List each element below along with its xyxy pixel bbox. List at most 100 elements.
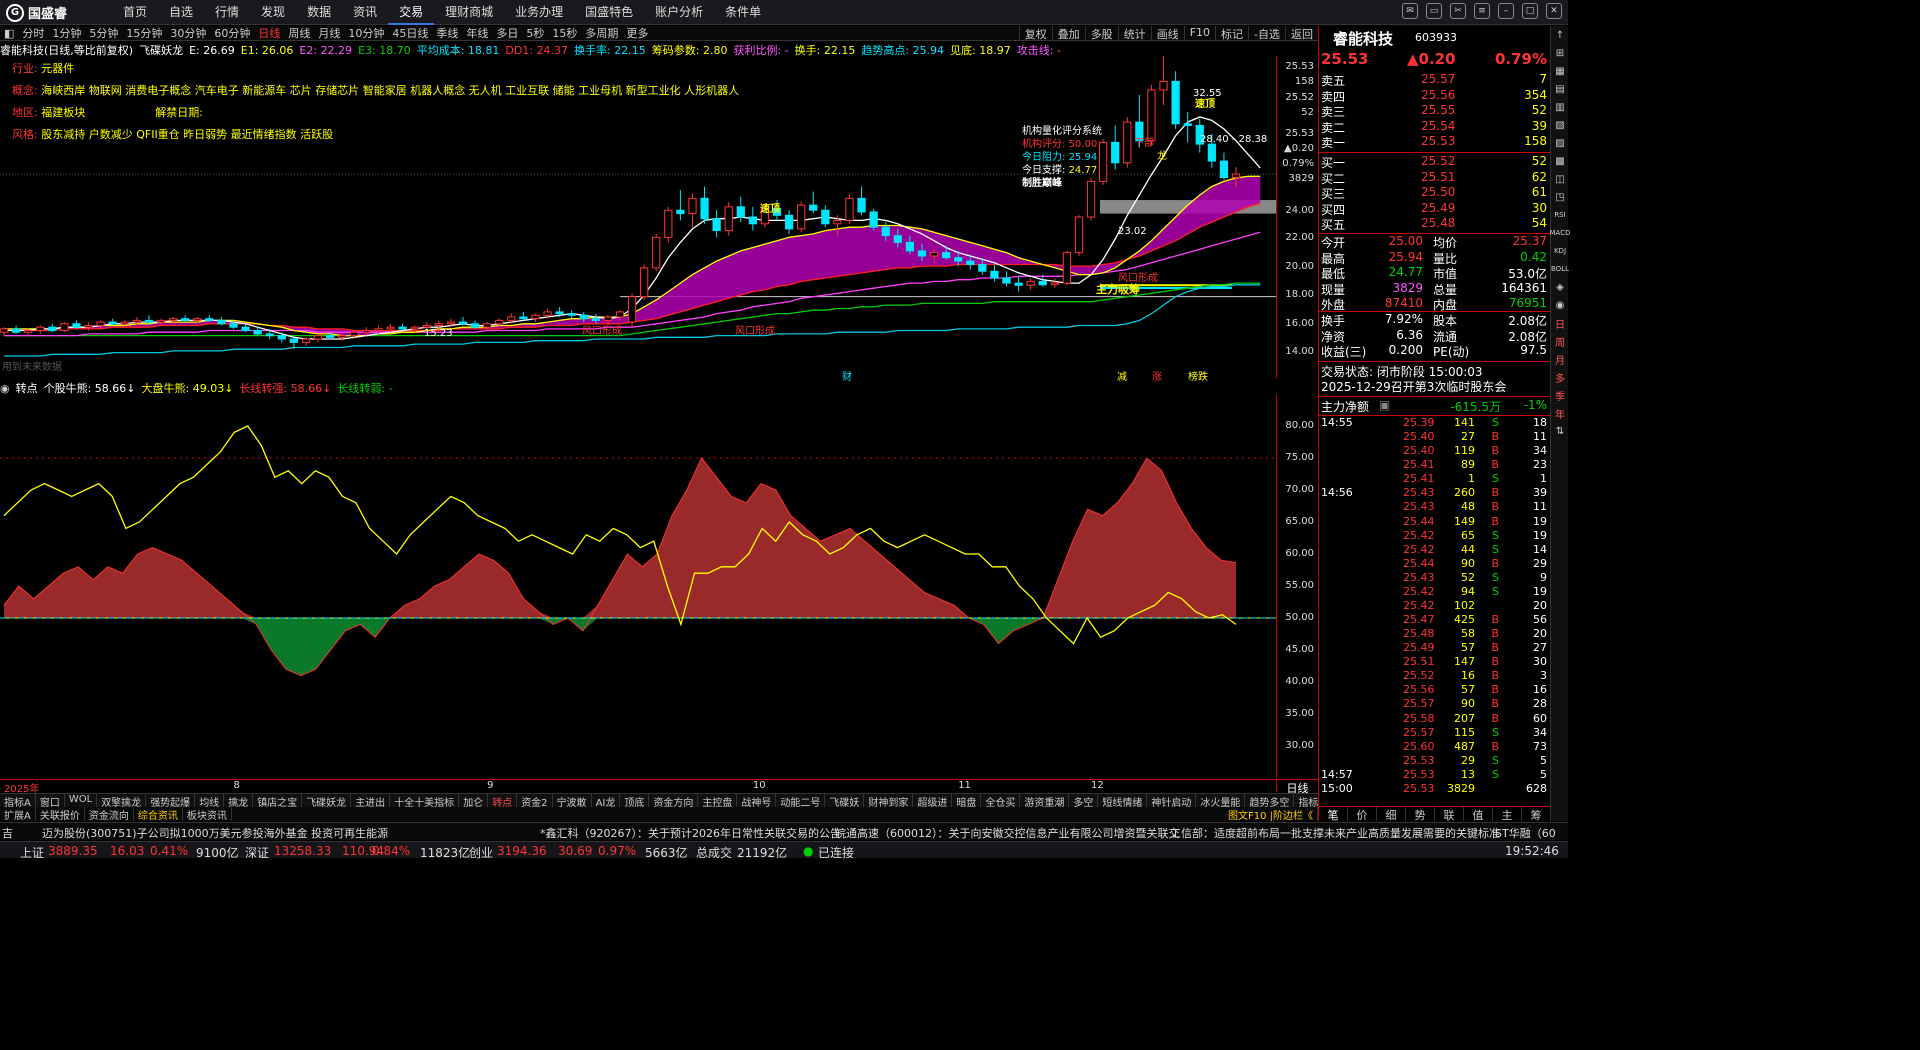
sub-tab[interactable]: 板块资讯 — [183, 807, 232, 822]
candle[interactable] — [144, 315, 154, 324]
indicator-tab[interactable]: 超级进 — [913, 794, 953, 807]
menu-item[interactable]: 业务办理 — [504, 0, 574, 25]
side-button[interactable]: BOLL — [1551, 260, 1569, 278]
indicator-tab[interactable]: 转点 — [488, 794, 518, 807]
period-tab[interactable]: 季线 — [432, 25, 462, 41]
side-button[interactable]: ◈ — [1551, 278, 1569, 296]
candle[interactable] — [688, 193, 697, 228]
period-tab[interactable]: 45日线 — [388, 25, 432, 41]
candle[interactable] — [458, 316, 468, 326]
candle[interactable] — [531, 313, 540, 323]
quote-tab[interactable]: 细 — [1377, 807, 1406, 822]
quote-tab[interactable]: 筹 — [1522, 807, 1551, 822]
side-button[interactable]: ⇅ — [1551, 422, 1569, 440]
indicator-tab[interactable]: 镇店之宝 — [253, 794, 303, 807]
period-tab[interactable]: 5分钟 — [85, 25, 122, 41]
indicator-tab[interactable]: 飞碟妖 — [825, 794, 865, 807]
side-button[interactable]: MACD — [1550, 224, 1571, 242]
period-tab[interactable]: 1分钟 — [48, 25, 85, 41]
indicator-tab[interactable]: 双擎擒龙 — [97, 794, 147, 807]
chart-tool-button[interactable]: 标记 — [1215, 26, 1248, 41]
chart-tool-button[interactable]: -自选 — [1248, 26, 1285, 41]
chart-tool-button[interactable]: 统计 — [1117, 26, 1151, 41]
indicator-tab[interactable]: WOL — [65, 794, 98, 807]
candle[interactable] — [0, 327, 9, 336]
period-tab[interactable]: 15秒 — [548, 25, 581, 41]
indicator-tab[interactable]: 多空 — [1069, 794, 1099, 807]
side-button[interactable]: ▥ — [1551, 98, 1569, 116]
indicator-tab[interactable]: 暗盘 — [952, 794, 982, 807]
candle[interactable] — [1050, 278, 1059, 289]
indicator-tab[interactable]: 擒龙 — [224, 794, 254, 807]
side-button[interactable]: RSI — [1551, 206, 1569, 224]
indicator-tab[interactable]: 飞碟妖龙 — [302, 794, 352, 807]
side-button[interactable]: 多 — [1551, 368, 1569, 386]
indicator-tab[interactable]: 强势起爆 — [146, 794, 196, 807]
candle[interactable] — [712, 210, 721, 238]
candle[interactable] — [11, 325, 21, 334]
side-button[interactable]: 年 — [1551, 404, 1569, 422]
indicator-tab[interactable]: 游资重潮 — [1020, 794, 1070, 807]
side-button[interactable]: ◫ — [1551, 170, 1569, 188]
side-button[interactable]: 日 — [1551, 314, 1569, 332]
candle[interactable] — [797, 201, 806, 233]
indicator-tab[interactable]: 资金2 — [517, 794, 553, 807]
side-button[interactable]: KDJ — [1551, 242, 1569, 260]
side-button[interactable]: ◳ — [1551, 188, 1569, 206]
indicator-tab[interactable]: 均线 — [195, 794, 225, 807]
period-tab[interactable]: 多日 — [492, 25, 522, 41]
candle[interactable] — [1074, 215, 1084, 256]
candle[interactable] — [724, 201, 733, 236]
indicator-tab[interactable]: 短线情绪 — [1098, 794, 1148, 807]
indicator-tab[interactable]: 加仑 — [459, 794, 489, 807]
minimize-icon[interactable]: – — [1498, 3, 1514, 19]
side-button[interactable]: ↑ — [1551, 26, 1569, 44]
candle[interactable] — [664, 206, 673, 243]
candle[interactable] — [627, 293, 637, 328]
news-item[interactable]: 工信部：适度超前布局一批支撑未来产业高质量发展需要的关键标准 — [1170, 825, 1500, 840]
period-tab[interactable]: 周线 — [284, 25, 314, 41]
candle[interactable] — [1014, 276, 1023, 292]
candle[interactable] — [1219, 152, 1229, 180]
candle[interactable] — [1062, 250, 1072, 285]
news-item[interactable]: *鑫汇科（920267）：关于预计2026年日常性关联交易的公告 — [540, 825, 841, 840]
candle[interactable] — [857, 186, 866, 216]
candle[interactable] — [784, 210, 794, 234]
candle[interactable] — [736, 196, 745, 223]
menu-item[interactable]: 数据 — [296, 0, 342, 25]
candle[interactable] — [72, 320, 81, 329]
sub-tab[interactable]: 资金流向 — [85, 807, 134, 822]
maximize-icon[interactable]: □ — [1522, 3, 1538, 19]
chart-tool-button[interactable]: 叠加 — [1051, 26, 1085, 41]
indicator-tab[interactable]: 全仓买 — [981, 794, 1021, 807]
candle[interactable] — [1002, 271, 1011, 287]
candle[interactable] — [990, 264, 999, 282]
indicator-tab[interactable]: 顶底 — [620, 794, 650, 807]
candle[interactable] — [1171, 71, 1180, 129]
period-tab[interactable]: 15分钟 — [122, 25, 166, 41]
chart-tool-button[interactable]: 画线 — [1150, 26, 1184, 41]
sub-tab[interactable]: 关联报价 — [36, 807, 85, 822]
quote-tab[interactable]: 价 — [1348, 807, 1377, 822]
side-button[interactable]: ▦ — [1551, 62, 1569, 80]
news-item[interactable]: 迈为股份(300751)子公司拟1000万美元参投海外基金 投资可再生能源 — [42, 825, 388, 840]
news-item[interactable]: 皖通高速（600012）：关于向安徽交控信息产业有限公司增资暨关联交 — [835, 825, 1180, 840]
indicator-tab[interactable]: 窗口 — [36, 794, 65, 807]
candle[interactable] — [640, 264, 649, 301]
side-button[interactable]: ▧ — [1551, 116, 1569, 134]
menu-item[interactable]: 国盛特色 — [574, 0, 644, 25]
indicator-tab-right[interactable]: 指标B — [1294, 794, 1318, 807]
candle[interactable] — [48, 323, 57, 333]
chart-tool-button[interactable]: 返回 — [1285, 26, 1318, 41]
candle[interactable] — [676, 189, 685, 221]
close-icon[interactable]: ✕ — [1546, 3, 1562, 19]
indicator-tab[interactable]: 冰火量能 — [1196, 794, 1246, 807]
quote-tab[interactable]: 势 — [1406, 807, 1435, 822]
side-button[interactable]: ▩ — [1551, 152, 1569, 170]
quote-tab[interactable]: 笔 — [1319, 807, 1348, 822]
indicator-tab[interactable]: 指标A — [0, 794, 36, 807]
period-tab[interactable]: 60分钟 — [210, 25, 254, 41]
menu-item[interactable]: 自选 — [158, 0, 204, 25]
period-tab[interactable]: 年线 — [462, 25, 492, 41]
message-icon[interactable]: ✉ — [1402, 3, 1418, 19]
